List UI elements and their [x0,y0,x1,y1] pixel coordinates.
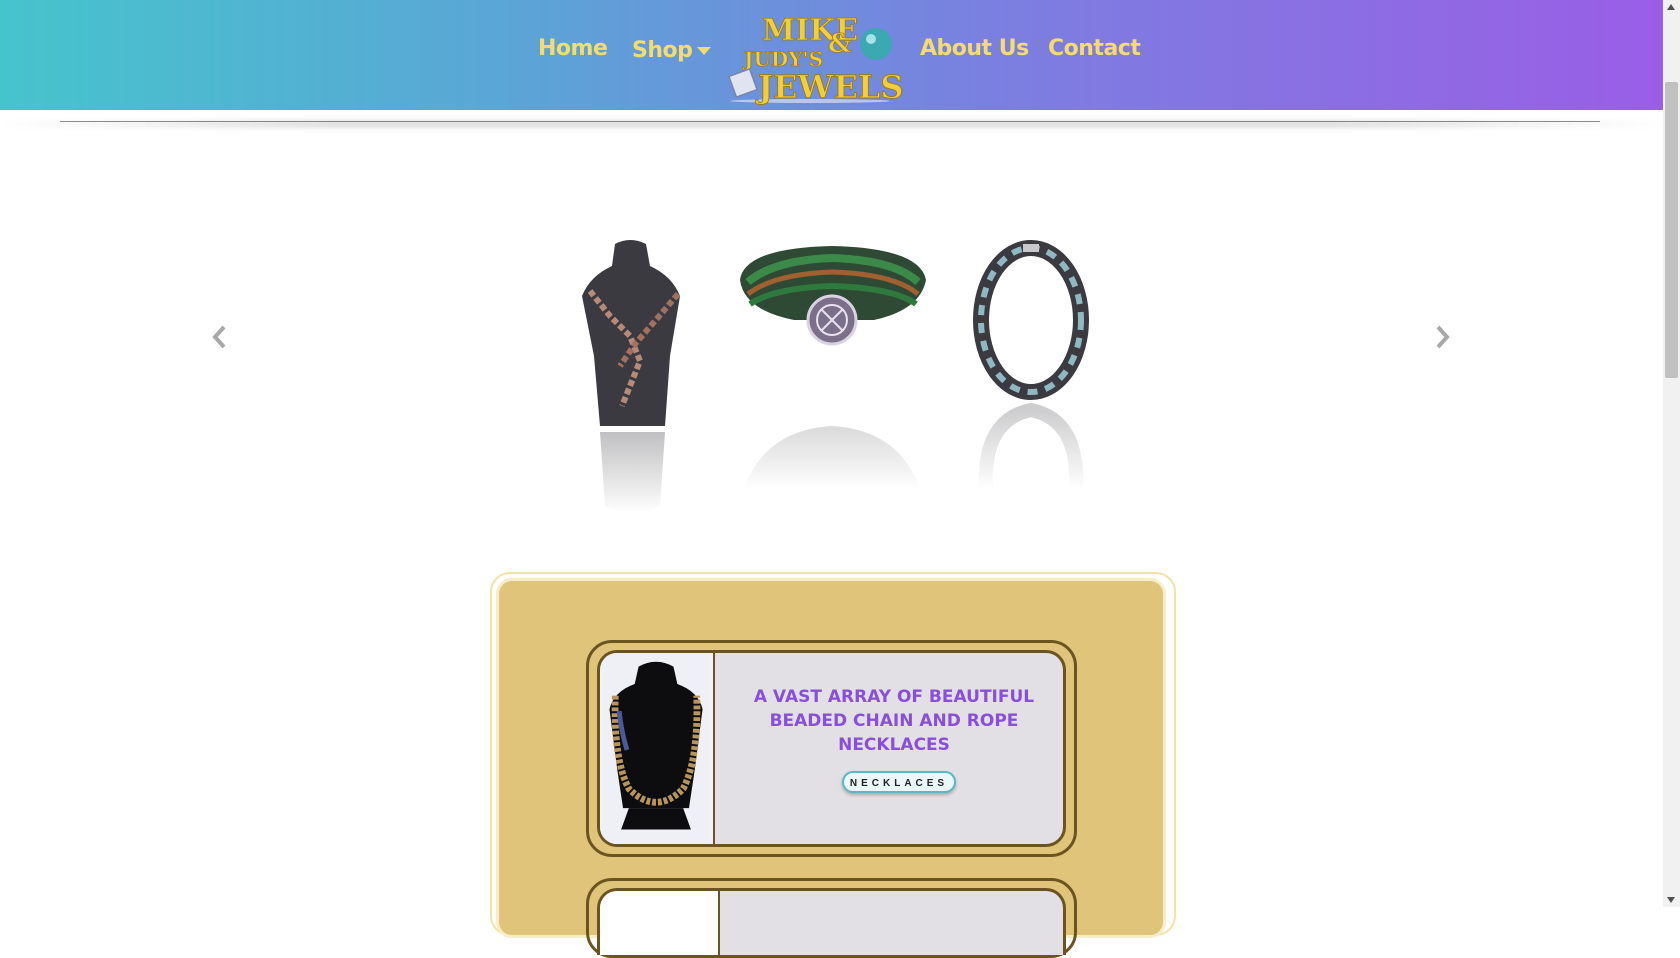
page-scrollbar[interactable] [1663,0,1680,907]
caret-down-icon [697,47,712,55]
next-category-card-body [597,888,1066,955]
scroll-down-arrow-icon[interactable] [1667,897,1675,903]
necklaces-button[interactable]: NECKLACES [842,771,956,793]
nav-contact-link[interactable]: Contact [1048,36,1141,61]
logo-jewels-text: JEWELS [755,68,903,106]
necklaces-card[interactable]: A VAST ARRAY OF BEAUTIFUL BEADED CHAIN A… [586,640,1077,857]
carousel-item-copper-necklace[interactable] [560,236,700,526]
nav-about-link[interactable]: About Us [920,36,1029,61]
next-category-card[interactable] [586,878,1077,958]
nav-home-link[interactable]: Home [538,36,608,61]
necklaces-card-body: A VAST ARRAY OF BEAUTIFUL BEADED CHAIN A… [597,650,1066,847]
necklaces-card-image[interactable] [600,653,715,844]
carousel-next-arrow[interactable] [1430,322,1454,352]
scroll-thumb[interactable] [1665,82,1678,378]
nav-shop-dropdown[interactable]: Shop [632,38,712,63]
header-divider [60,121,1600,122]
site-logo[interactable]: MIKE & JUDY'S JEWELS [718,8,904,106]
scroll-up-arrow-icon[interactable] [1667,4,1675,10]
next-category-card-image[interactable] [600,891,720,955]
nav-shop-label: Shop [632,38,693,63]
necklaces-card-title: A VAST ARRAY OF BEAUTIFUL BEADED CHAIN A… [753,687,1035,755]
carousel-prev-arrow[interactable] [208,322,232,352]
carousel-item-beaded-necklace[interactable] [968,240,1094,500]
carousel-item-green-bracelet[interactable] [734,240,930,500]
logo-amp-text: & [828,29,851,59]
site-header: Home Shop MIKE & JUDY'S JEWELS About Us … [0,0,1663,110]
